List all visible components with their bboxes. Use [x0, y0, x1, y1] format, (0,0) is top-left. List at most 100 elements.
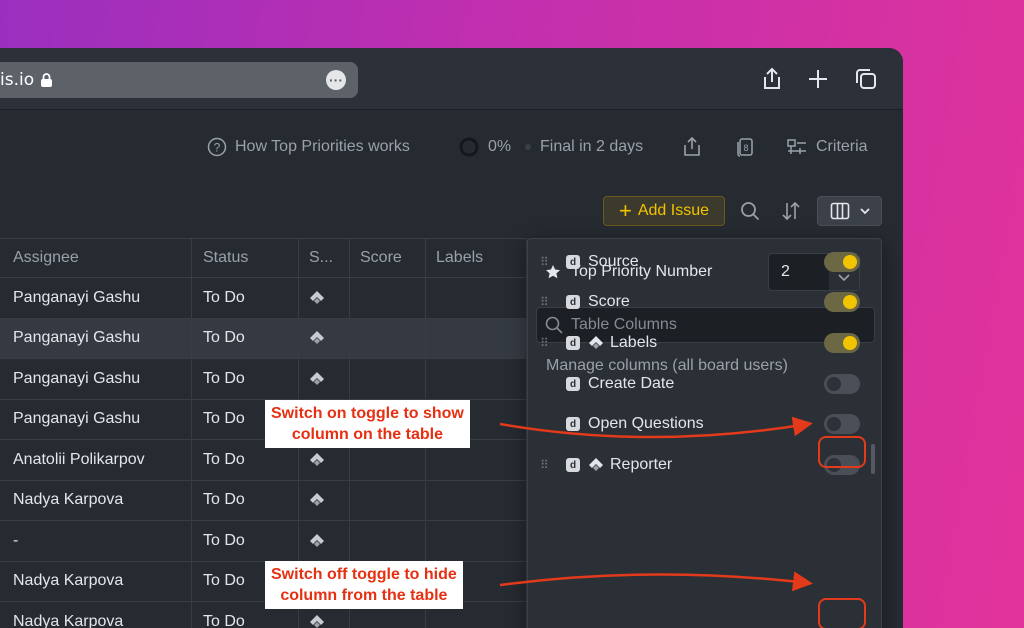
- criteria-label: Criteria: [816, 138, 868, 155]
- status-cell: To Do: [192, 521, 299, 561]
- source-cell: [299, 521, 350, 561]
- status-cell: To Do: [192, 318, 299, 358]
- final-text: Final in 2 days: [540, 138, 644, 155]
- criteria-icon: [787, 139, 806, 154]
- table-row[interactable]: Panganayi Gashu To Do: [0, 278, 527, 319]
- source-cell: [299, 480, 350, 520]
- drag-handle-icon[interactable]: ⠿: [540, 337, 550, 349]
- table-header: Assignee Status S... Score Labels: [0, 238, 527, 278]
- lock-icon: [40, 72, 53, 88]
- drag-handle-icon[interactable]: ⠿: [540, 256, 550, 268]
- status-cell: To Do: [192, 278, 299, 318]
- tabs-overview-icon[interactable]: [853, 66, 879, 92]
- assignee-cell: Nadya Karpova: [0, 480, 192, 520]
- add-issue-button[interactable]: + Add Issue: [603, 196, 725, 226]
- export-icon[interactable]: [682, 136, 710, 158]
- col-header-labels[interactable]: Labels: [426, 239, 527, 277]
- column-toggle-row[interactable]: d Create Date: [528, 364, 881, 404]
- field-type-icon: d: [566, 458, 580, 472]
- field-type-icon: d: [566, 255, 580, 269]
- show-callout-line1: Switch on toggle to show: [271, 405, 464, 422]
- column-settings-panel: Top Priority Number 2 Table Columns Mana…: [527, 238, 882, 628]
- table-toolbar: + Add Issue: [0, 196, 903, 230]
- hide-callout-line2: column from the table: [280, 587, 448, 604]
- toggle-highlight: [818, 598, 866, 628]
- hide-callout-line1: Switch off toggle to hide: [271, 566, 457, 583]
- jira-icon: [309, 452, 325, 468]
- drag-handle-icon[interactable]: ⠿: [540, 296, 550, 308]
- columns-icon: [830, 202, 849, 220]
- column-toggle-label: Score: [588, 293, 630, 310]
- jira-icon: [588, 457, 604, 473]
- svg-text:8: 8: [743, 143, 748, 153]
- toggle-highlight: [818, 436, 866, 468]
- source-cell: [299, 278, 350, 318]
- jira-icon: [309, 371, 325, 387]
- column-toggle-row[interactable]: ⠿ d Score: [528, 282, 881, 322]
- column-toggle-switch[interactable]: [824, 292, 860, 312]
- field-type-icon: d: [566, 295, 580, 309]
- new-tab-icon[interactable]: [805, 66, 831, 92]
- column-toggle-label: Open Questions: [588, 415, 704, 432]
- col-header-status[interactable]: Status: [192, 239, 299, 277]
- progress-indicator: 0%: [458, 136, 511, 158]
- column-toggle-row[interactable]: ⠿ d Source: [528, 242, 881, 282]
- show-callout-line2: column on the table: [291, 426, 443, 443]
- assignee-cell: -: [0, 521, 192, 561]
- drag-handle-icon[interactable]: ⠿: [540, 459, 550, 471]
- show-toggle-callout: Switch on toggle to show column on the t…: [265, 400, 470, 448]
- jira-icon: [309, 492, 325, 508]
- column-toggle-label: Reporter: [610, 456, 673, 473]
- column-toggle-switch[interactable]: [824, 252, 860, 272]
- criteria-button[interactable]: Criteria: [786, 136, 868, 158]
- more-icon[interactable]: ···: [326, 70, 346, 90]
- background-partial-content: [882, 238, 903, 628]
- labels-cell: [426, 318, 527, 358]
- url-text: is.io: [0, 70, 35, 90]
- table-row[interactable]: - To Do: [0, 521, 527, 562]
- field-type-icon: d: [566, 377, 580, 391]
- browser-window: is.io ··· ? How Top Priorities works 0% …: [0, 48, 903, 628]
- sort-icon[interactable]: [781, 201, 801, 226]
- jira-icon: [588, 335, 604, 351]
- svg-text:?: ?: [214, 141, 221, 155]
- table-row[interactable]: Panganayi Gashu To Do: [0, 318, 527, 359]
- labels-cell: [426, 278, 527, 318]
- progress-ring-icon: [459, 137, 479, 157]
- column-toggle-label: Labels: [610, 334, 658, 351]
- panel-scrollbar[interactable]: [871, 444, 875, 474]
- table-row[interactable]: Panganayi Gashu To Do: [0, 359, 527, 400]
- column-toggle-switch[interactable]: [824, 374, 860, 394]
- address-bar[interactable]: is.io ···: [0, 62, 358, 98]
- jira-icon: [309, 614, 325, 628]
- column-toggle-row[interactable]: ⠿ d Labels: [528, 323, 881, 363]
- col-header-assignee[interactable]: Assignee: [0, 239, 192, 277]
- hide-toggle-callout: Switch off toggle to hide column from th…: [265, 561, 463, 609]
- column-toggle-switch[interactable]: [824, 333, 860, 353]
- score-cell: [350, 359, 426, 399]
- jira-icon: [309, 330, 325, 346]
- assignee-cell: Nadya Karpova: [0, 561, 192, 601]
- score-cell: [350, 278, 426, 318]
- col-header-source[interactable]: S...: [299, 239, 350, 277]
- share-icon[interactable]: [759, 66, 785, 92]
- assignee-cell: Panganayi Gashu: [0, 399, 192, 439]
- toggle-knob: [843, 336, 857, 350]
- score-cell: [350, 480, 426, 520]
- plus-icon: +: [618, 198, 632, 223]
- column-toggle-switch[interactable]: [824, 414, 860, 434]
- field-type-icon: d: [566, 336, 580, 350]
- cards-icon[interactable]: 8: [734, 136, 764, 158]
- table-row[interactable]: Nadya Karpova To Do: [0, 480, 527, 521]
- help-link[interactable]: ? How Top Priorities works: [207, 136, 410, 158]
- column-toggle-label: Source: [588, 253, 639, 270]
- labels-cell: [426, 521, 527, 561]
- question-icon: ?: [207, 137, 227, 157]
- separator-dot: [525, 144, 531, 150]
- toggle-knob: [827, 417, 841, 431]
- columns-button[interactable]: [817, 196, 882, 226]
- search-icon[interactable]: [740, 201, 760, 226]
- col-header-score[interactable]: Score: [350, 239, 426, 277]
- assignee-cell: Panganayi Gashu: [0, 359, 192, 399]
- labels-cell: [426, 480, 527, 520]
